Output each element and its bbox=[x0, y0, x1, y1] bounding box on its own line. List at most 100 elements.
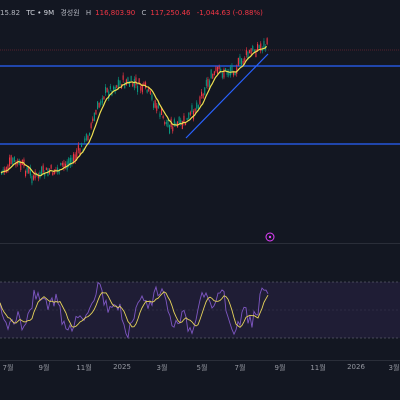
candle-body bbox=[12, 157, 14, 165]
candle-body bbox=[149, 91, 151, 94]
x-tick-label: 2025 bbox=[113, 363, 131, 371]
candle-body bbox=[257, 43, 259, 51]
candle-body bbox=[212, 73, 214, 79]
x-tick-label: 3월 bbox=[388, 364, 400, 372]
candle-body bbox=[25, 171, 27, 177]
candle-body bbox=[252, 46, 254, 51]
candle-body bbox=[101, 98, 103, 103]
candle-body bbox=[130, 75, 132, 82]
candle-body bbox=[95, 109, 97, 115]
close-value: 117,250.46 bbox=[150, 9, 191, 17]
candle-body bbox=[34, 171, 36, 179]
candle-body bbox=[153, 103, 155, 108]
candle-body bbox=[84, 138, 86, 143]
candle-body bbox=[122, 75, 124, 80]
x-tick-label: 7월 bbox=[2, 364, 14, 372]
candle-body bbox=[42, 165, 44, 173]
candle-body bbox=[109, 86, 111, 89]
x-tick-label: 9월 bbox=[38, 364, 50, 372]
candle-body bbox=[165, 122, 167, 125]
candle-body bbox=[164, 121, 166, 125]
candle-body bbox=[229, 67, 231, 76]
x-tick-label: 11월 bbox=[310, 364, 326, 372]
candle-body bbox=[33, 175, 35, 180]
candle-body bbox=[117, 79, 119, 87]
candle-body bbox=[194, 108, 196, 112]
candle-body bbox=[140, 86, 142, 91]
candle-body bbox=[60, 162, 62, 166]
alert-marker-dot bbox=[268, 235, 272, 239]
candle-body bbox=[105, 86, 107, 93]
candle-body bbox=[210, 69, 212, 79]
candle-body bbox=[92, 118, 94, 121]
candle-body bbox=[233, 72, 235, 76]
candle-body bbox=[90, 123, 92, 129]
candle-body bbox=[172, 126, 174, 132]
time-axis[interactable]: 7월 9월 11월 2025 3월 5월 7월 9월 11월 2026 3월 bbox=[0, 361, 400, 375]
candle-body bbox=[249, 50, 251, 53]
candle-body bbox=[189, 112, 191, 115]
candle-body bbox=[162, 116, 164, 119]
candle-body bbox=[113, 86, 115, 90]
chart-window: 15.82 TC • 9M 경성원 H 116,803.90 C 117,250.4… bbox=[0, 0, 400, 400]
legend-header: 15.82 TC • 9M 경성원 H 116,803.90 C 117,250.4… bbox=[0, 0, 400, 26]
candle-body bbox=[237, 58, 239, 66]
candle-body bbox=[231, 65, 233, 73]
x-tick-label: 11월 bbox=[76, 364, 92, 372]
legend-prefix: 15.82 bbox=[0, 9, 21, 17]
candle-body bbox=[156, 105, 158, 111]
candle-body bbox=[178, 116, 180, 124]
candle-body bbox=[241, 58, 243, 66]
candle-body bbox=[218, 66, 220, 70]
candle-body bbox=[151, 94, 153, 100]
candle-body bbox=[135, 77, 137, 86]
candle-body bbox=[159, 113, 161, 117]
candle-body bbox=[41, 166, 43, 175]
candle-body bbox=[242, 60, 244, 64]
candle-body bbox=[213, 71, 215, 76]
candle-body bbox=[250, 48, 252, 55]
candle-body bbox=[239, 56, 241, 64]
candle-body bbox=[209, 80, 211, 88]
candle-body bbox=[9, 157, 11, 167]
candle-body bbox=[93, 112, 95, 122]
candle-body bbox=[245, 49, 247, 55]
x-tick-label: 3월 bbox=[156, 364, 168, 372]
candle-body bbox=[76, 150, 78, 159]
candle-body bbox=[244, 58, 246, 62]
candle-body bbox=[100, 101, 102, 105]
candle-body bbox=[133, 78, 135, 88]
rsi-pane[interactable] bbox=[0, 244, 400, 360]
candle-body bbox=[137, 85, 139, 92]
candle-body bbox=[186, 117, 188, 121]
high-label: H bbox=[85, 9, 92, 17]
candle-body bbox=[119, 80, 121, 86]
candle-body bbox=[199, 96, 201, 105]
candle-body bbox=[103, 96, 105, 100]
candle-body bbox=[106, 87, 108, 93]
candle-body bbox=[116, 85, 118, 88]
candle-body bbox=[31, 176, 33, 184]
candle-body bbox=[5, 167, 7, 173]
candle-body bbox=[50, 165, 52, 169]
x-tick-label: 7월 bbox=[234, 364, 246, 372]
candle-body bbox=[85, 134, 87, 141]
candle-body bbox=[204, 87, 206, 95]
legend-extra: 경성원 bbox=[60, 9, 80, 17]
candle-body bbox=[217, 66, 219, 74]
candle-body bbox=[77, 145, 79, 151]
candle-body bbox=[26, 167, 28, 173]
price-chart[interactable] bbox=[0, 26, 400, 243]
candle-body bbox=[98, 103, 100, 108]
candle-body bbox=[52, 172, 54, 176]
candle-body bbox=[255, 49, 257, 58]
symbol-title[interactable]: TC • 9M bbox=[26, 9, 54, 17]
candle-body bbox=[221, 72, 223, 78]
candle-body bbox=[191, 105, 193, 113]
close-label: C bbox=[141, 9, 147, 17]
candle-body bbox=[188, 112, 190, 119]
candle-body bbox=[87, 135, 89, 141]
candle-body bbox=[260, 43, 262, 52]
candle-body bbox=[201, 91, 203, 96]
candle-body bbox=[202, 93, 204, 99]
